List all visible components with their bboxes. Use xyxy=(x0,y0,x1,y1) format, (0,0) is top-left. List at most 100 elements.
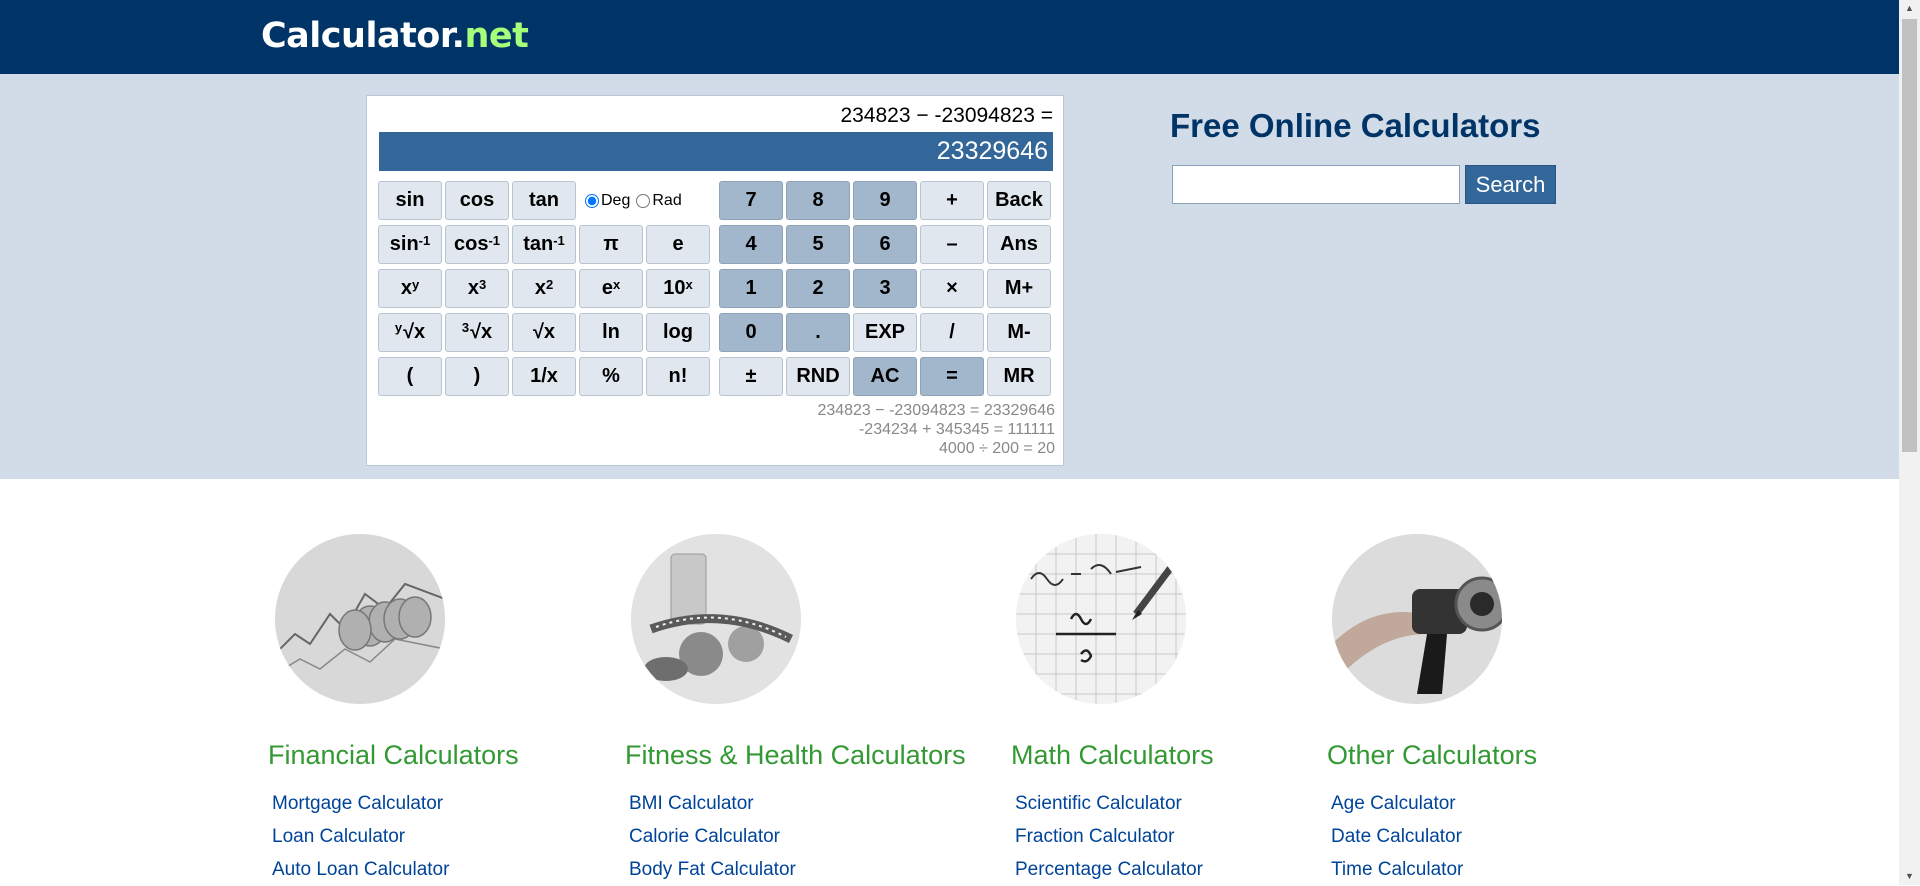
calorie-calculator-link[interactable]: Calorie Calculator xyxy=(629,826,780,847)
date-calculator-link[interactable]: Date Calculator xyxy=(1331,826,1462,847)
open-paren-button[interactable]: ( xyxy=(378,357,442,396)
site-logo[interactable]: Calculator.net xyxy=(261,14,529,58)
close-paren-button[interactable]: ) xyxy=(445,357,509,396)
auto-loan-calculator-link[interactable]: Auto Loan Calculator xyxy=(272,859,449,880)
calc-history: 234823 − -23094823 = 23329646 -234234 + … xyxy=(817,401,1055,458)
search-input[interactable] xyxy=(1172,165,1460,204)
cube-button[interactable]: x3 xyxy=(445,269,509,308)
scroll-thumb[interactable] xyxy=(1902,19,1917,452)
digit-3-button[interactable]: 3 xyxy=(853,269,917,308)
time-calculator-link[interactable]: Time Calculator xyxy=(1331,859,1463,880)
loan-calculator-link[interactable]: Loan Calculator xyxy=(272,826,405,847)
digit-1-button[interactable]: 1 xyxy=(719,269,783,308)
factorial-button[interactable]: n! xyxy=(646,357,710,396)
math-links: Scientific Calculator Fraction Calculato… xyxy=(1015,787,1203,886)
memory-plus-button[interactable]: M+ xyxy=(987,269,1051,308)
multiply-button[interactable]: × xyxy=(920,269,984,308)
sin-button[interactable]: sin xyxy=(378,181,442,220)
ln-button[interactable]: ln xyxy=(579,313,643,352)
category-title-fitness[interactable]: Fitness & Health Calculators xyxy=(625,740,966,771)
all-clear-button[interactable]: AC xyxy=(853,357,917,396)
asin-label: sin xyxy=(389,233,419,255)
body-fat-calculator-link[interactable]: Body Fat Calculator xyxy=(629,859,796,880)
memory-recall-button[interactable]: MR xyxy=(987,357,1051,396)
history-line[interactable]: -234234 + 345345 = 111111 xyxy=(817,420,1055,439)
memory-minus-button[interactable]: M- xyxy=(987,313,1051,352)
digit-5-button[interactable]: 5 xyxy=(786,225,850,264)
vertical-scrollbar[interactable]: ▲ ▼ xyxy=(1899,0,1920,885)
scroll-up-arrow-icon[interactable]: ▲ xyxy=(1899,0,1920,17)
calc-display: 23329646 xyxy=(379,132,1053,171)
back-button[interactable]: Back xyxy=(987,181,1051,220)
sqrt-button[interactable]: √x xyxy=(512,313,576,352)
digit-6-button[interactable]: 6 xyxy=(853,225,917,264)
plus-button[interactable]: + xyxy=(920,181,984,220)
deg-label: Deg xyxy=(601,191,631,209)
digit-9-button[interactable]: 9 xyxy=(853,181,917,220)
square-button[interactable]: x2 xyxy=(512,269,576,308)
cube-root-button[interactable]: 3 √x xyxy=(445,313,509,352)
logo-dot: . xyxy=(451,16,465,56)
vegetables-tape-image[interactable] xyxy=(631,534,801,704)
equals-button[interactable]: = xyxy=(920,357,984,396)
scroll-down-arrow-icon[interactable]: ▼ xyxy=(1899,868,1920,885)
pi-button[interactable]: π xyxy=(579,225,643,264)
digit-7-button[interactable]: 7 xyxy=(719,181,783,220)
fraction-calculator-link[interactable]: Fraction Calculator xyxy=(1015,826,1174,847)
exp-e-button[interactable]: ex xyxy=(579,269,643,308)
asin-button[interactable]: sin -1 xyxy=(378,225,442,264)
bmi-calculator-link[interactable]: BMI Calculator xyxy=(629,793,754,814)
deg-radio[interactable] xyxy=(585,193,599,208)
top-bar: Calculator.net xyxy=(0,0,1899,74)
rad-radio[interactable] xyxy=(636,193,651,208)
minus-button[interactable]: – xyxy=(920,225,984,264)
digit-4-button[interactable]: 4 xyxy=(719,225,783,264)
math-equation-image[interactable] xyxy=(1016,534,1186,704)
history-line[interactable]: 234823 − -23094823 = 23329646 xyxy=(817,401,1055,420)
divide-button[interactable]: / xyxy=(920,313,984,352)
list-item: Date Calculator xyxy=(1331,820,1463,853)
rad-label: Rad xyxy=(652,191,682,209)
history-line[interactable]: 4000 ÷ 200 = 20 xyxy=(817,439,1055,458)
digit-8-button[interactable]: 8 xyxy=(786,181,850,220)
cos-button[interactable]: cos xyxy=(445,181,509,220)
list-item: Calorie Calculator xyxy=(629,820,796,853)
decimal-button[interactable]: . xyxy=(786,313,850,352)
category-title-financial[interactable]: Financial Calculators xyxy=(268,740,519,771)
atan-button[interactable]: tan -1 xyxy=(512,225,576,264)
tan-button[interactable]: tan xyxy=(512,181,576,220)
percent-button[interactable]: % xyxy=(579,357,643,396)
pow10-sup: x xyxy=(685,277,693,292)
y-root-pre: y xyxy=(394,320,403,335)
calc-expression: 234823 − -23094823 = xyxy=(840,104,1053,127)
list-item: Loan Calculator xyxy=(272,820,449,853)
fuel-pump-image[interactable] xyxy=(1332,534,1502,704)
plus-minus-button[interactable]: ± xyxy=(719,357,783,396)
e-button[interactable]: e xyxy=(646,225,710,264)
atan-sup: -1 xyxy=(553,233,565,248)
category-title-other[interactable]: Other Calculators xyxy=(1327,740,1537,771)
reciprocal-button[interactable]: 1/x xyxy=(512,357,576,396)
cube-root-pre: 3 xyxy=(461,320,470,335)
power-y-button[interactable]: xy xyxy=(378,269,442,308)
exp-button[interactable]: EXP xyxy=(853,313,917,352)
list-item: Percentage Calculator xyxy=(1015,853,1203,886)
ans-button[interactable]: Ans xyxy=(987,225,1051,264)
digit-0-button[interactable]: 0 xyxy=(719,313,783,352)
category-title-math[interactable]: Math Calculators xyxy=(1011,740,1214,771)
y-root-button[interactable]: y √x xyxy=(378,313,442,352)
asin-sup: -1 xyxy=(418,233,431,248)
digit-2-button[interactable]: 2 xyxy=(786,269,850,308)
percentage-calculator-link[interactable]: Percentage Calculator xyxy=(1015,859,1203,880)
coins-chart-image[interactable] xyxy=(275,534,445,704)
log-button[interactable]: log xyxy=(646,313,710,352)
random-button[interactable]: RND xyxy=(786,357,850,396)
power-y-base: x xyxy=(400,277,412,299)
scientific-calculator-link[interactable]: Scientific Calculator xyxy=(1015,793,1182,814)
list-item: Scientific Calculator xyxy=(1015,787,1203,820)
acos-button[interactable]: cos -1 xyxy=(445,225,509,264)
pow10-button[interactable]: 10 x xyxy=(646,269,710,308)
age-calculator-link[interactable]: Age Calculator xyxy=(1331,793,1456,814)
mortgage-calculator-link[interactable]: Mortgage Calculator xyxy=(272,793,443,814)
search-button[interactable]: Search xyxy=(1465,165,1556,204)
